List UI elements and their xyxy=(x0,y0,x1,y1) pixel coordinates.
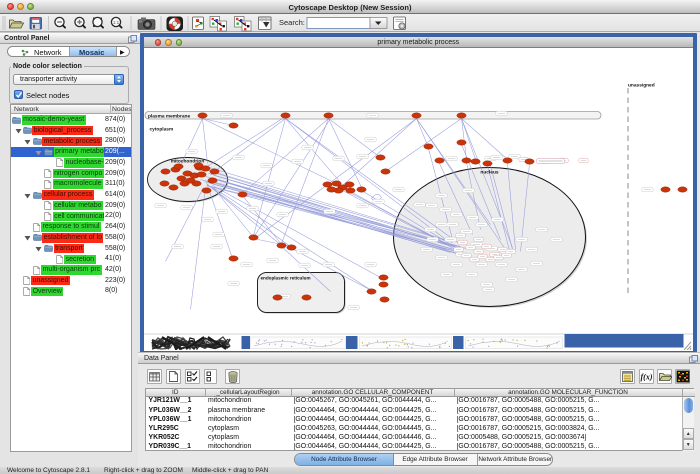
svg-text:1:1: 1:1 xyxy=(113,20,120,25)
svg-text:Search:: Search: xyxy=(279,18,305,27)
svg-text:mitochondrion: mitochondrion xyxy=(170,159,204,165)
svg-text:unassigned: unassigned xyxy=(628,83,655,89)
svg-text:endoplasmic reticulum: endoplasmic reticulum xyxy=(260,276,310,281)
svg-text:nucleus: nucleus xyxy=(480,170,498,176)
svg-text:f(x): f(x) xyxy=(641,373,653,382)
svg-text:cytoplasm: cytoplasm xyxy=(149,127,173,133)
svg-text:plasma membrane: plasma membrane xyxy=(148,113,190,119)
